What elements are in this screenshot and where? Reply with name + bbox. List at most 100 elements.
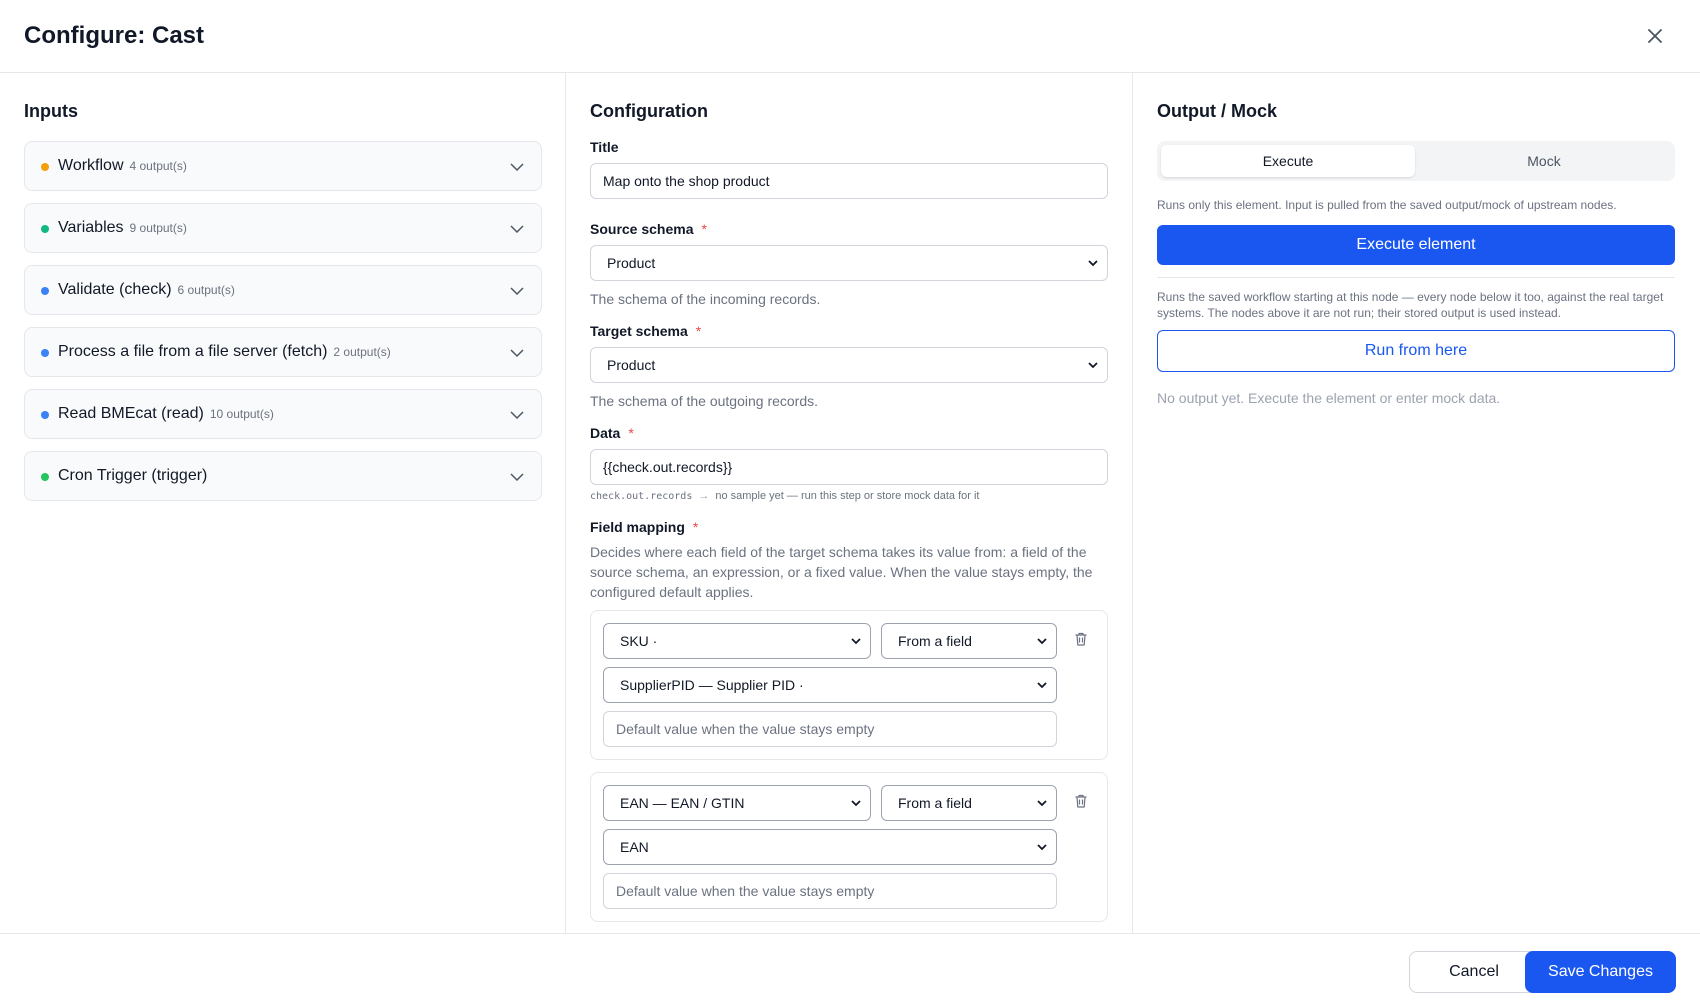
data-label: Data * xyxy=(590,425,634,441)
source-field-value: SupplierPID — Supplier PID · xyxy=(620,677,804,693)
target-schema-value: Product xyxy=(607,357,656,373)
tab-mock[interactable]: Mock xyxy=(1417,145,1671,177)
cancel-button[interactable]: Cancel xyxy=(1409,951,1539,993)
input-item-name: Read BMEcat (read) xyxy=(58,405,204,422)
output-count: 2 output(s) xyxy=(333,345,391,359)
source-field-select[interactable]: EAN xyxy=(603,829,1057,865)
target-field-select[interactable]: EAN — EAN / GTIN xyxy=(603,785,871,821)
input-item-read-bmecat[interactable]: Read BMEcat (read) 10 output(s) xyxy=(24,389,542,439)
input-item-name: Cron Trigger (trigger) xyxy=(58,467,208,484)
source-schema-label: Source schema * xyxy=(590,221,707,237)
mapping-mode-select[interactable]: From a field xyxy=(881,785,1057,821)
status-dot xyxy=(41,349,49,357)
inputs-panel: Inputs Workflow 4 output(s) Variables 9 ou… xyxy=(0,73,566,933)
output-tabs: Execute Mock xyxy=(1157,141,1675,181)
chevron-down-icon xyxy=(851,638,861,645)
execute-element-button[interactable]: Execute element xyxy=(1157,225,1675,265)
source-schema-value: Product xyxy=(607,255,656,271)
source-field-value: EAN xyxy=(620,839,649,855)
mapping-mode-value: From a field xyxy=(898,795,972,811)
output-panel: Output / Mock Execute Mock Runs only thi… xyxy=(1133,73,1700,933)
divider xyxy=(1157,277,1675,278)
field-mapping-label-text: Field mapping xyxy=(590,519,685,535)
run-from-here-button[interactable]: Run from here xyxy=(1157,330,1675,372)
status-dot xyxy=(41,163,49,171)
chevron-down-icon xyxy=(1037,638,1047,645)
dialog-header: Configure: Cast xyxy=(0,0,1700,73)
tab-execute[interactable]: Execute xyxy=(1161,145,1415,177)
trash-icon[interactable] xyxy=(1073,793,1089,809)
target-field-select[interactable]: SKU · xyxy=(603,623,871,659)
default-value-input[interactable]: Default value when the value stays empty xyxy=(603,873,1057,909)
required-mark: * xyxy=(701,221,707,237)
arrow-right-icon: → xyxy=(698,490,710,502)
target-schema-help: The schema of the outgoing records. xyxy=(590,393,819,409)
output-count: 4 output(s) xyxy=(129,159,187,173)
input-item-name: Workflow xyxy=(58,157,124,174)
mapping-mode-select[interactable]: From a field xyxy=(881,623,1057,659)
target-schema-label-text: Target schema xyxy=(590,323,688,339)
data-input[interactable]: {{check.out.records}} xyxy=(590,449,1108,485)
input-item-name: Variables xyxy=(58,219,124,236)
status-dot xyxy=(41,411,49,419)
execute-note: Runs only this element. Input is pulled … xyxy=(1157,198,1617,212)
target-field-value: EAN — EAN / GTIN xyxy=(620,795,745,811)
run-note: Runs the saved workflow starting at this… xyxy=(1157,290,1664,320)
required-mark: * xyxy=(695,323,702,339)
configuration-panel: Configuration Title Map onto the shop pr… xyxy=(566,73,1133,933)
status-dot xyxy=(41,473,49,481)
title-input[interactable]: Map onto the shop product xyxy=(590,163,1108,199)
chevron-down-icon xyxy=(851,800,861,807)
chevron-down-icon xyxy=(1037,800,1047,807)
empty-output-text: No output yet. Execute the element or en… xyxy=(1157,390,1501,406)
status-dot xyxy=(41,287,49,295)
data-hint: check.out.records → no sample yet — run th… xyxy=(590,490,979,502)
title-label: Title xyxy=(590,139,619,155)
source-schema-label-text: Source schema xyxy=(590,221,694,237)
input-item-variables[interactable]: Variables 9 output(s) xyxy=(24,203,542,253)
required-mark: * xyxy=(692,519,699,535)
source-field-select[interactable]: SupplierPID — Supplier PID · xyxy=(603,667,1057,703)
input-item-fetch[interactable]: Process a file from a file server (fetch… xyxy=(24,327,542,377)
field-mapping-description: Decides where each field of the target s… xyxy=(590,544,1093,600)
chevron-down-icon[interactable] xyxy=(509,221,525,237)
chevron-down-icon xyxy=(1037,844,1047,851)
required-mark: * xyxy=(628,425,634,441)
input-item-name: Validate (check) xyxy=(58,281,172,298)
chevron-down-icon[interactable] xyxy=(509,469,525,485)
dialog-title: Configure: Cast xyxy=(24,22,204,49)
chevron-down-icon[interactable] xyxy=(509,345,525,361)
input-item-workflow[interactable]: Workflow 4 output(s) xyxy=(24,141,542,191)
input-item-cron-trigger[interactable]: Cron Trigger (trigger) xyxy=(24,451,542,501)
chevron-down-icon[interactable] xyxy=(509,159,525,175)
target-schema-label: Target schema * xyxy=(590,323,701,339)
output-count: 9 output(s) xyxy=(129,221,187,235)
output-count: 10 output(s) xyxy=(209,407,274,421)
dialog-footer: Cancel Save Changes xyxy=(0,933,1700,1000)
status-dot xyxy=(41,225,49,233)
mapping-card: EAN — EAN / GTIN From a field EAN Defaul… xyxy=(590,772,1108,922)
source-schema-help: The schema of the incoming records. xyxy=(590,291,821,307)
chevron-down-icon[interactable] xyxy=(509,407,525,423)
field-mapping-label: Field mapping * xyxy=(590,519,698,535)
default-value-input[interactable]: Default value when the value stays empty xyxy=(603,711,1057,747)
configuration-heading: Configuration xyxy=(590,101,708,121)
chevron-down-icon[interactable] xyxy=(509,283,525,299)
save-changes-button[interactable]: Save Changes xyxy=(1525,951,1676,993)
input-item-name: Process a file from a file server (fetch… xyxy=(58,343,328,360)
trash-icon[interactable] xyxy=(1073,631,1089,647)
chevron-down-icon xyxy=(1037,682,1047,689)
target-field-value: SKU · xyxy=(620,633,658,649)
output-heading: Output / Mock xyxy=(1157,101,1277,121)
data-hint-path: check.out.records xyxy=(590,491,693,502)
output-count: 6 output(s) xyxy=(177,283,235,297)
source-schema-select[interactable]: Product xyxy=(590,245,1108,281)
mapping-mode-value: From a field xyxy=(898,633,972,649)
data-hint-text: no sample yet — run this step or store m… xyxy=(715,490,980,502)
close-icon[interactable] xyxy=(1644,25,1666,47)
inputs-heading: Inputs xyxy=(24,101,78,121)
target-schema-select[interactable]: Product xyxy=(590,347,1108,383)
data-label-text: Data xyxy=(590,425,621,441)
input-item-validate[interactable]: Validate (check) 6 output(s) xyxy=(24,265,542,315)
chevron-down-icon xyxy=(1088,362,1098,369)
